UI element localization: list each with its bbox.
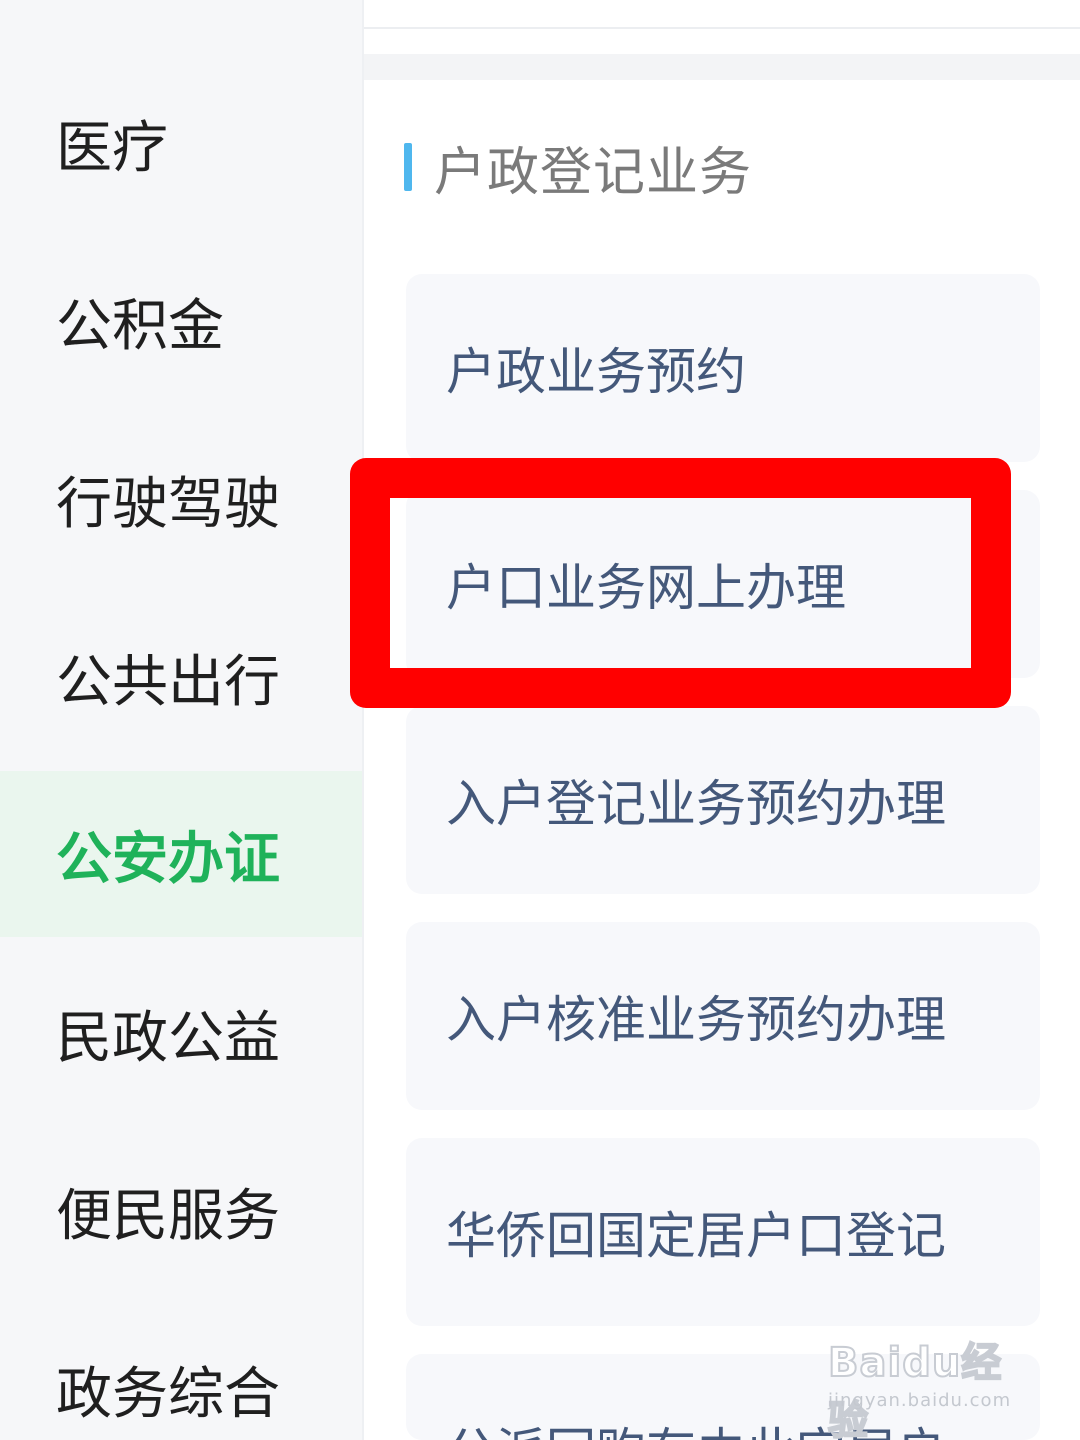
- sidebar-item-medical[interactable]: 医疗: [0, 60, 362, 226]
- sidebar-item-convenience[interactable]: 便民服务: [0, 1128, 362, 1294]
- service-label: 华侨回国定居户口登记: [446, 1207, 946, 1265]
- sidebar-item-driving[interactable]: 行驶驾驶: [0, 416, 362, 582]
- service-label: 户口业务网上办理: [446, 559, 846, 617]
- sidebar-item-label: 公安办证: [56, 826, 280, 892]
- service-content: 户政登记业务 户政业务预约 户口业务网上办理 入户登记业务预约办理 入户核准业务…: [364, 0, 1080, 1440]
- watermark-brand: Baidu经验: [827, 1339, 1003, 1440]
- sidebar-item-civil-affairs[interactable]: 民政公益: [0, 950, 362, 1116]
- sidebar-item-label: 行驶驾驶: [56, 471, 280, 537]
- service-label: 入户核准业务预约办理: [446, 991, 946, 1049]
- app-screen: 医疗 公积金 行驶驾驶 公共出行 公安办证 民政公益 便民服务 政务综合 户政登…: [0, 0, 1080, 1440]
- watermark: Baidu经验 jingyan.baidu.com: [827, 1330, 1028, 1440]
- divider: [364, 27, 1080, 29]
- section-accent-bar: [404, 143, 412, 191]
- watermark-url: jingyan.baidu.com: [828, 1390, 1012, 1411]
- service-label: 户政业务预约: [446, 343, 746, 401]
- sidebar-item-housing-fund[interactable]: 公积金: [0, 238, 362, 404]
- divider: [364, 54, 1080, 80]
- sidebar-item-label: 民政公益: [56, 1005, 280, 1071]
- sidebar-item-government[interactable]: 政务综合: [0, 1306, 362, 1440]
- sidebar-item-public-transport[interactable]: 公共出行: [0, 594, 362, 760]
- service-card[interactable]: 华侨回国定居户口登记: [406, 1138, 1040, 1326]
- section-title: 户政登记业务: [434, 142, 753, 203]
- section-header: 户政登记业务: [404, 132, 753, 203]
- sidebar-item-label: 公共出行: [56, 649, 280, 715]
- sidebar-item-label: 公积金: [56, 293, 224, 359]
- service-card[interactable]: 户政业务预约: [406, 274, 1040, 462]
- sidebar-item-label: 便民服务: [56, 1183, 280, 1249]
- sidebar-item-label: 政务综合: [56, 1361, 280, 1427]
- service-card[interactable]: 户口业务网上办理: [406, 490, 1040, 678]
- service-label: 入户登记业务预约办理: [446, 775, 946, 833]
- category-sidebar: 医疗 公积金 行驶驾驶 公共出行 公安办证 民政公益 便民服务 政务综合: [0, 0, 364, 1440]
- sidebar-item-label: 医疗: [56, 115, 168, 181]
- sidebar-item-public-security[interactable]: 公安办证: [0, 771, 362, 937]
- service-card[interactable]: 入户核准业务预约办理: [406, 922, 1040, 1110]
- service-card[interactable]: 入户登记业务预约办理: [406, 706, 1040, 894]
